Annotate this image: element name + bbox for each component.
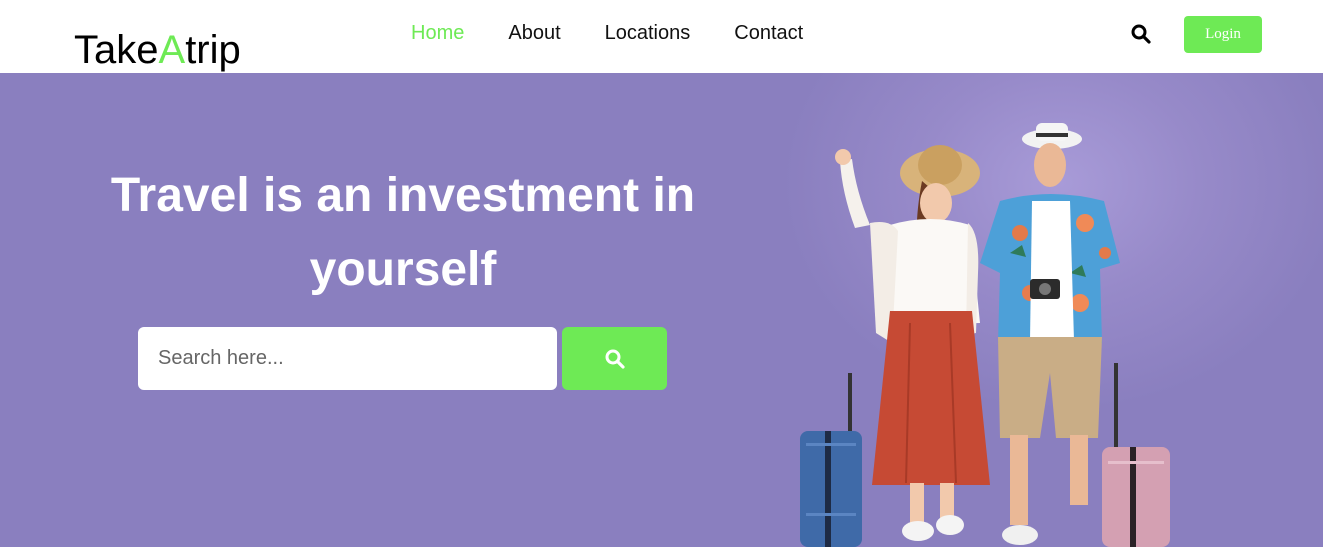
nav-locations[interactable]: Locations xyxy=(605,21,691,45)
travel-couple-image xyxy=(800,123,1170,547)
site-header: TakeAtrip Home About Locations Contact L… xyxy=(0,0,1323,73)
login-button[interactable]: Login xyxy=(1184,16,1262,53)
hero-section: Travel is an investment in yourself xyxy=(0,73,1323,547)
search-input[interactable] xyxy=(138,327,557,390)
hero-headline-line1: Travel is an investment in xyxy=(110,169,696,222)
man-figure xyxy=(980,123,1120,545)
blue-suitcase xyxy=(800,373,862,547)
search-button[interactable] xyxy=(562,327,667,390)
search-icon xyxy=(605,349,625,369)
pink-suitcase xyxy=(1102,363,1170,547)
logo-prefix: Take xyxy=(74,28,159,72)
search-icon[interactable] xyxy=(1131,24,1151,44)
main-nav: Home About Locations Contact xyxy=(411,21,847,45)
nav-home[interactable]: Home xyxy=(411,21,464,45)
logo-suffix: trip xyxy=(185,28,241,72)
logo-accent: A xyxy=(158,28,186,72)
nav-contact[interactable]: Contact xyxy=(734,21,803,45)
hero-headline: Travel is an investment in yourself xyxy=(90,159,716,307)
logo[interactable]: TakeAtrip xyxy=(74,30,241,70)
hero-headline-line2: yourself xyxy=(309,243,497,296)
nav-about[interactable]: About xyxy=(508,21,560,45)
